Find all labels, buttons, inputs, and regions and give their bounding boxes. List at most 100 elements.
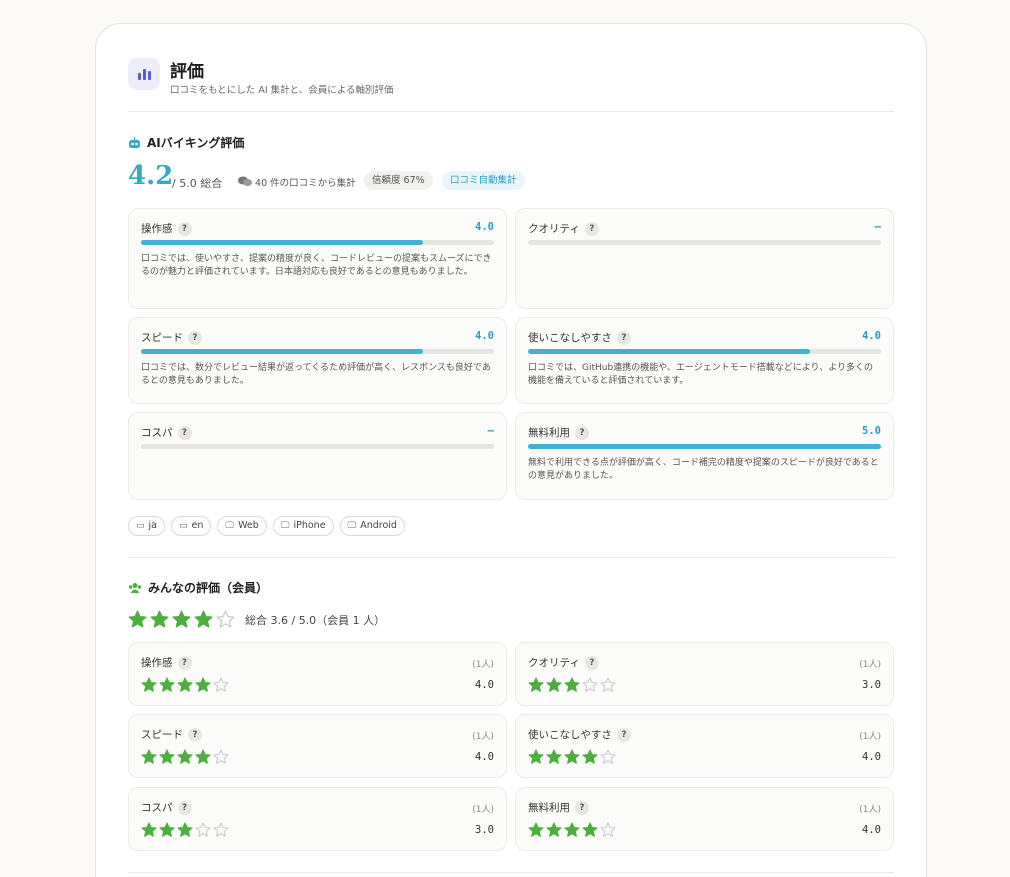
metric-value: 3.0 bbox=[862, 679, 881, 691]
metric-bar-fill bbox=[141, 240, 424, 245]
help-icon[interactable]: ? bbox=[177, 656, 192, 670]
ai-metric-card: 操作感? 4.0 口コミでは、使いやすさ、提案の精度が良く、コードレビューの提案… bbox=[128, 208, 507, 309]
tag-ja[interactable]: ▭ ja bbox=[128, 516, 165, 536]
star-empty-icon bbox=[213, 676, 229, 692]
metric-name: 無料利用 bbox=[528, 802, 570, 814]
tag-iphone[interactable]: 🖵 iPhone bbox=[272, 516, 334, 536]
metric-desc: 口コミでは、使いやすさ、提案の精度が良く、コードレビューの提案もスムーズにできる… bbox=[141, 254, 492, 278]
star-filled-icon bbox=[159, 676, 175, 692]
help-icon[interactable]: ? bbox=[188, 331, 202, 345]
members-overall: 総合 3.6 / 5.0（会員 1 人） bbox=[128, 609, 385, 631]
metric-name: スピード bbox=[141, 332, 183, 344]
metric-bar bbox=[528, 349, 881, 354]
star-filled-icon bbox=[195, 676, 211, 692]
star-filled-icon bbox=[564, 748, 580, 764]
help-icon[interactable]: ? bbox=[616, 728, 631, 742]
metric-desc: 口コミでは、数分でレビュー結果が返ってくるため評価が高く、レスポンスも良好である… bbox=[141, 363, 491, 387]
metric-value: 4.0 bbox=[862, 824, 881, 836]
divider bbox=[128, 557, 894, 558]
page-subtitle: 口コミをもとにした AI 集計と、会員による軸別評価 bbox=[170, 85, 394, 96]
metric-stars bbox=[141, 748, 231, 766]
help-icon[interactable]: ? bbox=[188, 728, 202, 742]
metric-name: コスパ bbox=[141, 802, 173, 814]
help-icon[interactable]: ? bbox=[584, 656, 599, 670]
metric-name: 操作感 bbox=[141, 223, 173, 235]
metric-stars bbox=[528, 821, 618, 839]
metric-name: スピード bbox=[141, 729, 183, 741]
metric-value: 3.0 bbox=[475, 824, 494, 836]
monitor-icon: 🖵 bbox=[225, 521, 235, 531]
metric-bar-fill bbox=[141, 349, 424, 354]
metric-bar bbox=[141, 444, 494, 449]
member-count: (1人) bbox=[472, 805, 494, 815]
platform-tags: ▭ ja ▭ en 🖵 Web 🖵 iPhone 🖵 Android bbox=[128, 513, 411, 536]
divider bbox=[128, 872, 894, 873]
member-metric-card: 使いこなしやすさ? (1人) 4.0 bbox=[515, 714, 894, 778]
member-count: (1人) bbox=[859, 660, 881, 670]
star-filled-icon bbox=[159, 748, 175, 764]
help-icon[interactable]: ? bbox=[177, 801, 192, 815]
tag-web[interactable]: 🖵 Web bbox=[217, 516, 267, 536]
metric-name: 操作感 bbox=[141, 657, 173, 669]
metric-stars bbox=[528, 748, 618, 766]
star-empty-icon bbox=[600, 676, 616, 692]
language-icon: ▭ bbox=[136, 521, 145, 531]
rating-card: 評価 口コミをもとにした AI 集計と、会員による軸別評価 AIバイキング評価 … bbox=[95, 23, 927, 877]
help-icon[interactable]: ? bbox=[575, 801, 589, 815]
star-filled-icon bbox=[528, 676, 544, 692]
star-filled-icon bbox=[177, 748, 193, 764]
star-filled-icon bbox=[177, 821, 193, 837]
overall-stars bbox=[128, 609, 238, 628]
star-empty-icon bbox=[582, 676, 598, 692]
help-icon[interactable]: ? bbox=[616, 331, 631, 345]
star-empty-icon bbox=[600, 748, 616, 764]
metric-name: クオリティ bbox=[528, 223, 580, 235]
metric-bar-fill bbox=[528, 444, 881, 449]
metric-value: 4.0 bbox=[862, 330, 881, 342]
rating-header: 評価 口コミをもとにした AI 集計と、会員による軸別評価 bbox=[128, 58, 894, 112]
member-metric-card: 無料利用? (1人) 4.0 bbox=[515, 787, 894, 851]
monitor-icon: 🖵 bbox=[347, 521, 357, 531]
help-icon[interactable]: ? bbox=[575, 426, 589, 440]
metric-stars bbox=[528, 676, 618, 694]
star-filled-icon bbox=[159, 821, 175, 837]
help-icon[interactable]: ? bbox=[584, 222, 599, 236]
metric-name: 無料利用 bbox=[528, 427, 570, 439]
star-filled-icon bbox=[128, 610, 147, 628]
help-icon[interactable]: ? bbox=[177, 222, 192, 236]
help-icon[interactable]: ? bbox=[177, 426, 192, 440]
members-section-title: みんなの評価（会員） bbox=[128, 579, 268, 596]
metric-stars bbox=[141, 676, 231, 694]
star-empty-icon bbox=[600, 821, 616, 837]
star-filled-icon bbox=[195, 748, 211, 764]
star-filled-icon bbox=[582, 748, 598, 764]
metric-value: – bbox=[487, 425, 494, 437]
chat-bubbles-icon bbox=[238, 176, 252, 186]
member-metric-card: コスパ? (1人) 3.0 bbox=[128, 787, 507, 851]
ai-metric-card: 無料利用? 5.0 無料で利用できる点が評価が高く、コード補完の精度や提案のスピ… bbox=[515, 412, 894, 500]
metric-name: クオリティ bbox=[528, 657, 580, 669]
member-metric-card: 操作感? (1人) 4.0 bbox=[128, 642, 507, 706]
tag-android[interactable]: 🖵 Android bbox=[339, 516, 405, 536]
metric-bar bbox=[528, 240, 881, 245]
tag-en[interactable]: ▭ en bbox=[170, 516, 212, 536]
metric-bar bbox=[141, 240, 494, 245]
star-filled-icon bbox=[582, 821, 598, 837]
reviews-meta-text: 40 件の口コミから集計 bbox=[255, 178, 356, 189]
auto-aggregate-badge: 口コミ自動集計 bbox=[442, 171, 525, 190]
monitor-icon: 🖵 bbox=[280, 521, 290, 531]
member-count: (1人) bbox=[472, 732, 494, 742]
robot-icon bbox=[129, 137, 140, 148]
ai-metric-card: クオリティ? – bbox=[515, 208, 894, 309]
star-filled-icon bbox=[150, 610, 169, 628]
metric-value: – bbox=[874, 221, 881, 233]
member-count: (1人) bbox=[859, 805, 881, 815]
star-filled-icon bbox=[564, 821, 580, 837]
metric-stars bbox=[141, 821, 231, 839]
metric-value: 4.0 bbox=[475, 221, 494, 233]
star-filled-icon bbox=[141, 676, 157, 692]
ai-score-out-of: / 5.0 総合 bbox=[172, 177, 223, 190]
star-empty-icon bbox=[213, 821, 229, 837]
star-filled-icon bbox=[194, 610, 213, 628]
star-filled-icon bbox=[528, 748, 544, 764]
